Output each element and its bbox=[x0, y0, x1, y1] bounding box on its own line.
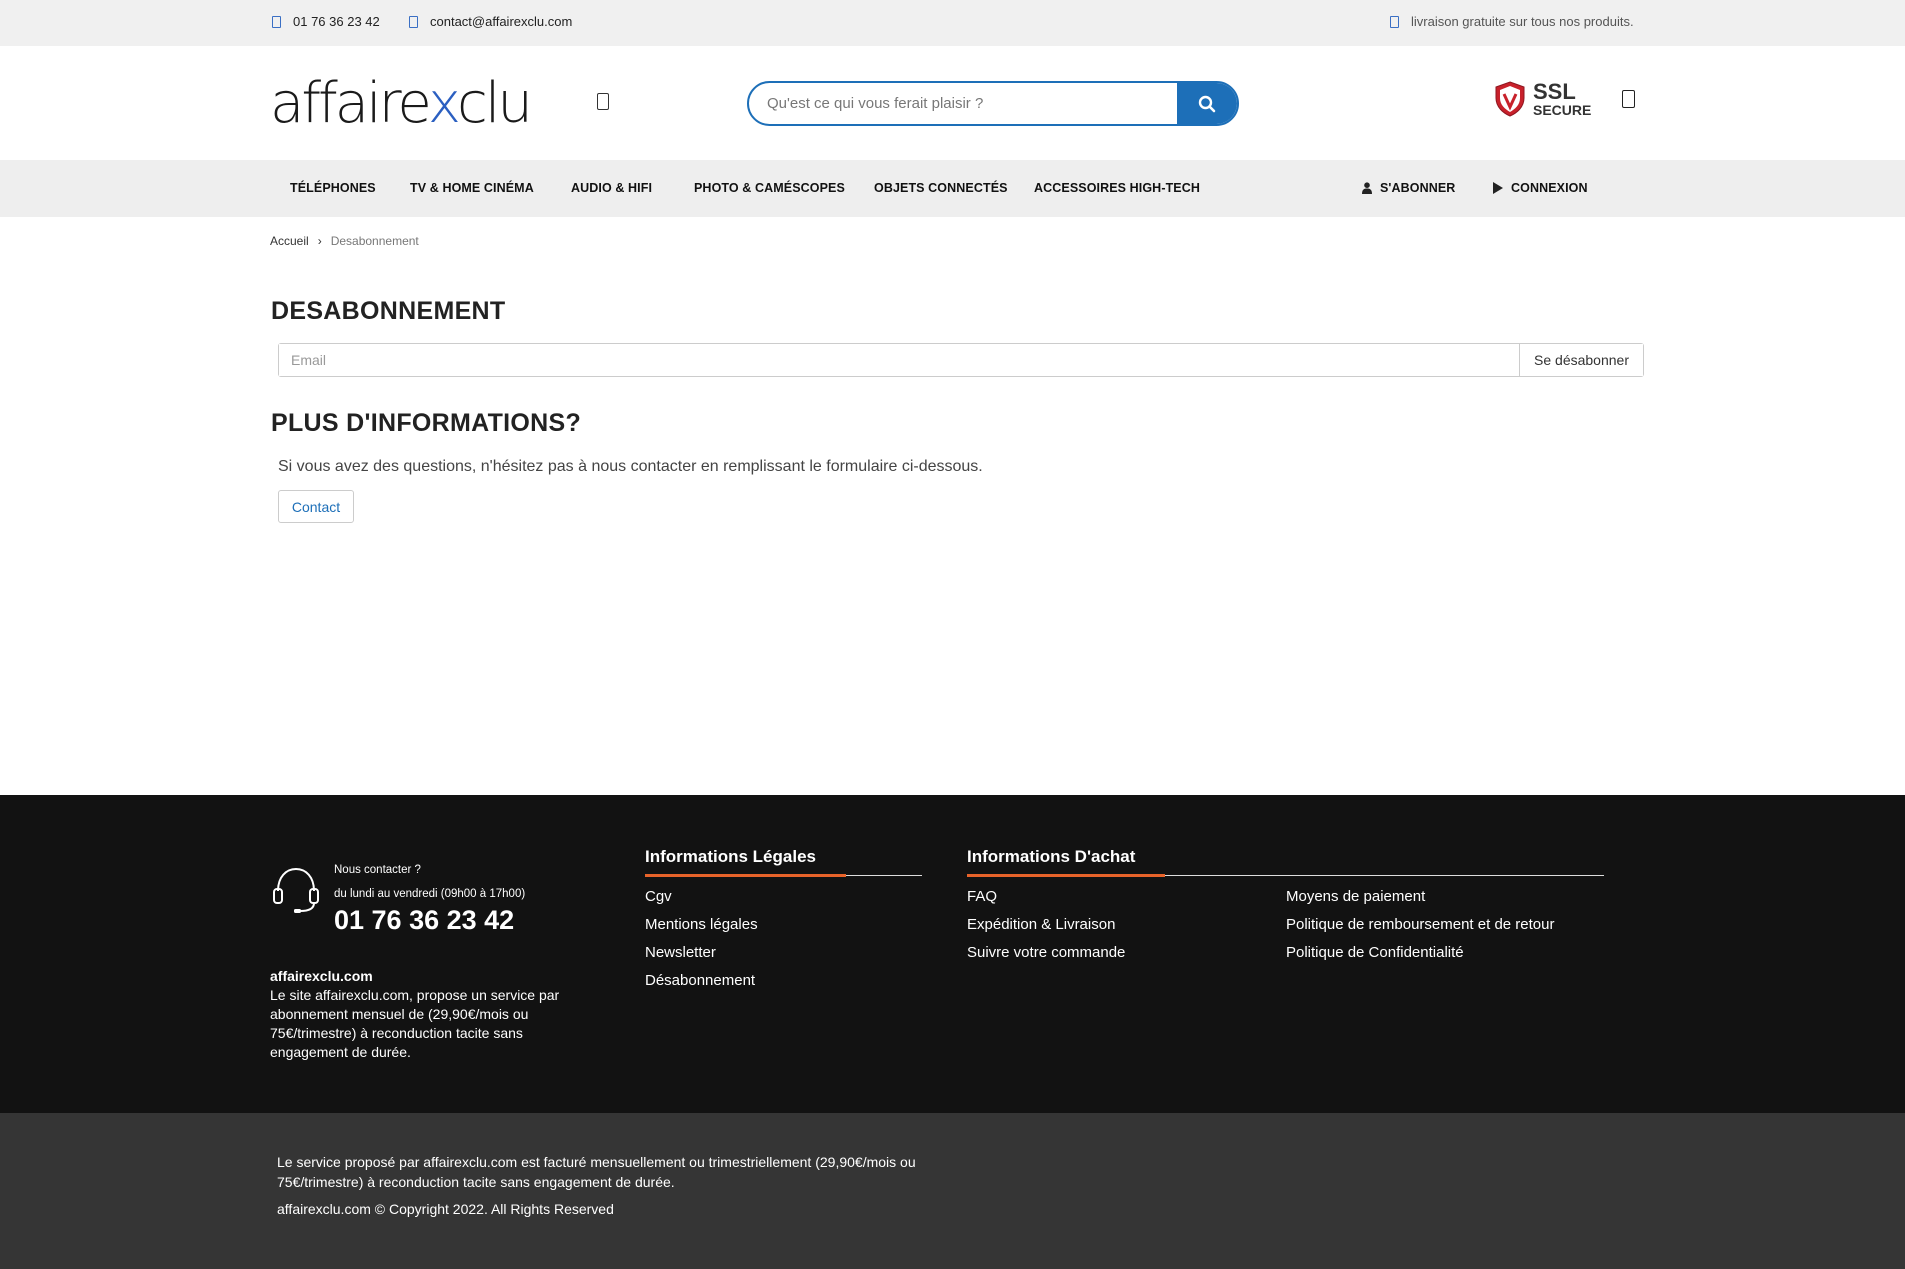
footer-link-desabonnement[interactable]: Désabonnement bbox=[645, 972, 755, 989]
nav-item-audio-hifi[interactable]: Audio & HiFi bbox=[571, 181, 652, 195]
footer-bottom: Le service proposé par affairexclu.com e… bbox=[0, 1113, 1905, 1269]
purchase-divider-accent bbox=[967, 874, 1165, 877]
search-bar bbox=[747, 81, 1239, 126]
email-field[interactable] bbox=[279, 344, 1519, 376]
breadcrumb: Accueil › Desabonnement bbox=[270, 234, 419, 248]
purchase-info-title: Informations D'achat bbox=[967, 847, 1136, 866]
secure-label: SECURE bbox=[1533, 102, 1592, 118]
top-bar: 01 76 36 23 42 contact@affairexclu.com l… bbox=[0, 0, 1905, 46]
breadcrumb-separator: › bbox=[317, 234, 322, 248]
footer-link-expedition[interactable]: Expédition & Livraison bbox=[967, 916, 1115, 933]
search-icon bbox=[1198, 95, 1216, 112]
subscribe-label: S'abonner bbox=[1380, 181, 1456, 195]
footer-link-cgv[interactable]: Cgv bbox=[645, 888, 672, 905]
cart-icon[interactable] bbox=[1622, 90, 1635, 108]
footer: Nous contacter ? du lundi au vendredi (0… bbox=[0, 795, 1905, 1113]
main-nav: Téléphones TV & Home Cinéma Audio & HiFi… bbox=[0, 160, 1905, 217]
contact-prompt: Nous contacter ? bbox=[334, 864, 421, 876]
unsubscribe-form: Se désabonner bbox=[278, 343, 1644, 377]
breadcrumb-home[interactable]: Accueil bbox=[270, 234, 309, 248]
site-logo[interactable]: affairexclu bbox=[270, 76, 533, 132]
footer-brand-description: Le site affairexclu.com, propose un serv… bbox=[270, 987, 560, 1060]
footer-link-mentions[interactable]: Mentions légales bbox=[645, 916, 758, 933]
envelope-icon bbox=[409, 15, 418, 28]
topbar-email-text: contact@affairexclu.com bbox=[430, 14, 573, 29]
breadcrumb-current: Desabonnement bbox=[330, 234, 419, 248]
billing-notice: Le service proposé par affairexclu.com e… bbox=[277, 1154, 916, 1190]
shield-icon bbox=[1495, 81, 1525, 117]
login-label: Connexion bbox=[1511, 181, 1588, 195]
footer-phone[interactable]: 01 76 36 23 42 bbox=[334, 905, 514, 936]
footer-link-remboursement[interactable]: Politique de remboursement et de retour bbox=[1286, 916, 1554, 933]
topbar-phone[interactable]: 01 76 36 23 42 bbox=[272, 14, 380, 29]
footer-link-newsletter[interactable]: Newsletter bbox=[645, 944, 716, 961]
footer-link-suivi[interactable]: Suivre votre commande bbox=[967, 944, 1125, 961]
login-link[interactable]: Connexion bbox=[1493, 181, 1588, 195]
site-header: affairexclu SSLSECURE bbox=[0, 46, 1905, 160]
contact-button[interactable]: Contact bbox=[278, 490, 354, 523]
contact-hours: du lundi au vendredi (09h00 à 17h00) bbox=[334, 888, 526, 900]
nav-item-photo-camescopes[interactable]: Photo & Caméscopes bbox=[694, 181, 845, 195]
search-button[interactable] bbox=[1177, 83, 1237, 124]
phone-icon bbox=[272, 15, 281, 28]
search-input[interactable] bbox=[749, 83, 1177, 124]
footer-link-faq[interactable]: FAQ bbox=[967, 888, 997, 905]
unsubscribe-button[interactable]: Se désabonner bbox=[1519, 344, 1643, 376]
copyright: affairexclu.com © Copyright 2022. All Ri… bbox=[277, 1201, 614, 1217]
nav-item-telephones[interactable]: Téléphones bbox=[290, 181, 376, 195]
topbar-shipping-text: livraison gratuite sur tous nos produits… bbox=[1411, 14, 1634, 29]
footer-link-paiement[interactable]: Moyens de paiement bbox=[1286, 888, 1425, 905]
logo-text-part2: clu bbox=[457, 71, 533, 136]
footer-link-confidentialite[interactable]: Politique de Confidentialité bbox=[1286, 944, 1464, 961]
ssl-label: SSL bbox=[1533, 79, 1576, 104]
truck-icon bbox=[1390, 15, 1399, 28]
subscribe-link[interactable]: S'abonner bbox=[1362, 181, 1455, 195]
topbar-shipping: livraison gratuite sur tous nos produits… bbox=[1390, 14, 1634, 29]
mobile-menu-icon[interactable] bbox=[597, 93, 609, 110]
more-info-title: PLUS D'INFORMATIONS? bbox=[271, 409, 582, 437]
nav-item-objets-connectes[interactable]: Objets connectés bbox=[874, 181, 1008, 195]
logo-text-part1: affaire bbox=[270, 71, 431, 136]
page-title: DESABONNEMENT bbox=[271, 297, 506, 325]
user-icon bbox=[1362, 182, 1372, 194]
logo-text-x: x bbox=[427, 71, 460, 136]
legal-divider-accent bbox=[645, 874, 846, 877]
topbar-email[interactable]: contact@affairexclu.com bbox=[409, 14, 572, 29]
info-text: Si vous avez des questions, n'hésitez pa… bbox=[278, 458, 983, 475]
play-icon bbox=[1493, 182, 1503, 194]
topbar-phone-text: 01 76 36 23 42 bbox=[293, 14, 380, 29]
nav-item-tv-home-cinema[interactable]: TV & Home Cinéma bbox=[410, 181, 534, 195]
ssl-secure-badge: SSL SECURE bbox=[1493, 80, 1591, 118]
footer-brand: affairexclu.com bbox=[270, 968, 373, 984]
headset-icon bbox=[273, 867, 319, 913]
nav-item-accessoires[interactable]: Accessoires High-Tech bbox=[1034, 181, 1200, 195]
legal-info-title: Informations Légales bbox=[645, 847, 816, 866]
